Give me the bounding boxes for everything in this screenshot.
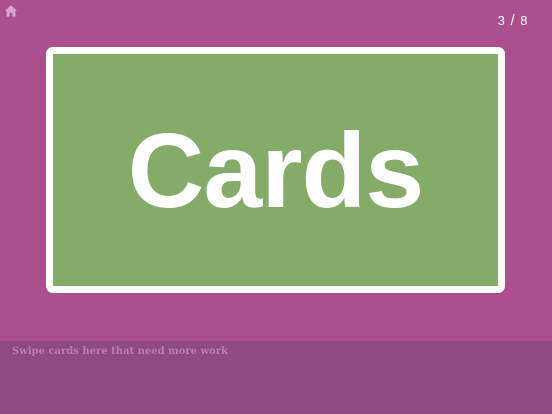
progress-current: 3 (497, 13, 506, 28)
card-word: Cards (127, 112, 424, 230)
home-button[interactable] (4, 4, 18, 18)
drop-zone-label: Swipe cards here that need more work (12, 346, 228, 357)
needs-work-drop-zone[interactable]: Swipe cards here that need more work (0, 341, 552, 414)
progress-total: 8 (520, 13, 528, 28)
progress-separator: / (510, 12, 516, 29)
progress-counter: 3 / 8 (498, 12, 528, 29)
home-icon (5, 5, 17, 17)
flashcard-screen: { "header": { "home_icon": "home-icon", … (0, 0, 552, 414)
flashcard[interactable]: Cards (46, 47, 505, 293)
